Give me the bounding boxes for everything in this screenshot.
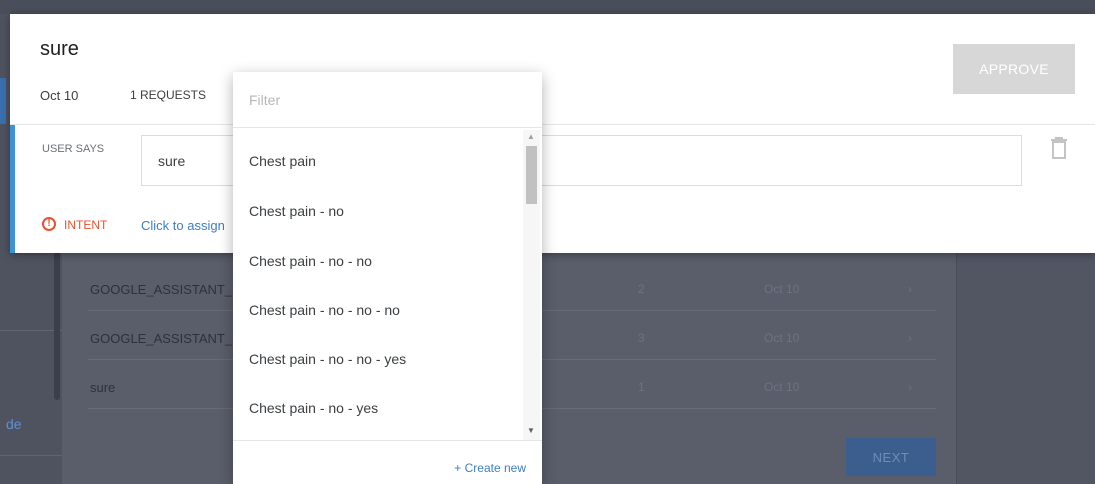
intent-label: INTENT (64, 218, 108, 232)
assign-intent-link[interactable]: Click to assign (141, 218, 225, 233)
filter-input[interactable] (233, 72, 542, 128)
row-count: 1 (638, 380, 645, 394)
row-name: GOOGLE_ASSISTANT_ (90, 331, 233, 346)
background-list-scrollbar (54, 252, 60, 400)
trash-icon[interactable] (1050, 137, 1068, 159)
row-date: Oct 10 (764, 380, 800, 394)
chevron-right-icon[interactable]: › (908, 282, 912, 296)
background-sidebar-link[interactable]: de (6, 416, 22, 432)
next-button[interactable]: NEXT (846, 438, 936, 476)
row-date: Oct 10 (764, 282, 800, 296)
scroll-up-arrow-icon[interactable]: ▲ (527, 132, 535, 141)
intent-options-list: Chest pain Chest pain - no Chest pain - … (233, 128, 523, 440)
request-count: 1 REQUESTS (130, 88, 207, 102)
user-says-label: USER SAYS (42, 143, 105, 155)
page-title: sure (40, 38, 79, 60)
row-count: 2 (638, 282, 645, 296)
request-date: Oct 10 (40, 88, 79, 103)
intent-option[interactable]: Chest pain - no (249, 203, 344, 219)
intent-option[interactable]: Chest pain - no - yes (249, 400, 378, 416)
user-says-row: USER SAYS ! INTENT Click to assign (10, 125, 1095, 253)
intent-option[interactable]: Chest pain - no - no - no (249, 302, 400, 318)
background-sidebar-divider (0, 330, 62, 331)
row-accent-bar (10, 125, 15, 253)
row-date: Oct 10 (764, 331, 800, 345)
background-divider (956, 252, 957, 484)
row-name: sure (90, 380, 116, 395)
intent-dropdown: Chest pain Chest pain - no Chest pain - … (233, 72, 542, 484)
modal-header: sure Oct 10 1 REQUESTS APPROVE (10, 14, 1095, 125)
dropdown-footer: + Create new (233, 440, 542, 484)
training-request-modal: sure Oct 10 1 REQUESTS APPROVE USER SAYS… (10, 14, 1095, 253)
chevron-right-icon[interactable]: › (908, 331, 912, 345)
row-count: 3 (638, 331, 645, 345)
warning-icon: ! (42, 217, 56, 231)
background-sidebar-active-indicator (0, 78, 6, 124)
scroll-down-arrow-icon[interactable]: ▼ (527, 426, 535, 435)
options-scrollbar[interactable]: ▲ ▼ (523, 130, 540, 440)
background-top-bar (0, 0, 1095, 14)
row-name: GOOGLE_ASSISTANT_ (90, 282, 233, 297)
intent-option[interactable]: Chest pain - no - no (249, 253, 372, 269)
background-sidebar-divider (0, 455, 62, 456)
chevron-right-icon[interactable]: › (908, 380, 912, 394)
approve-button[interactable]: APPROVE (953, 44, 1075, 94)
intent-option[interactable]: Chest pain (249, 153, 316, 169)
create-new-intent-link[interactable]: + Create new (454, 461, 526, 475)
scroll-thumb[interactable] (526, 146, 537, 204)
intent-option[interactable]: Chest pain - no - no - yes (249, 351, 406, 367)
